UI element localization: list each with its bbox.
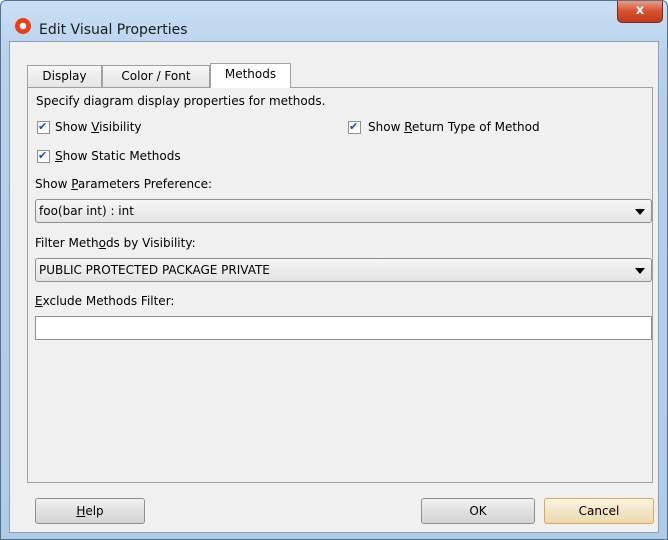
filter-visibility-label: Filter Methods by Visibility: — [35, 236, 196, 250]
dropdown-arrow-icon — [635, 209, 645, 215]
exclude-filter-label: Exclude Methods Filter: — [35, 294, 175, 308]
show-visibility-checkbox[interactable] — [37, 120, 50, 134]
help-button[interactable]: Help — [35, 498, 145, 524]
exclude-filter-input[interactable] — [35, 316, 652, 340]
close-button[interactable]: x — [617, 1, 663, 23]
show-static-methods-checkbox[interactable] — [37, 149, 50, 163]
show-return-type-label[interactable]: Show Return Type of Method — [368, 120, 540, 134]
tab-display[interactable]: Display — [27, 65, 102, 87]
params-preference-select[interactable]: foo(bar int) : int — [35, 199, 652, 223]
tab-label: Display — [42, 69, 87, 83]
filter-visibility-value: PUBLIC PROTECTED PACKAGE PRIVATE — [39, 263, 270, 277]
tab-color-font[interactable]: Color / Font — [102, 65, 210, 87]
dropdown-arrow-icon — [635, 268, 645, 274]
tab-label: Methods — [224, 67, 277, 81]
tab-methods[interactable]: Methods — [210, 63, 291, 88]
oracle-logo-icon — [15, 18, 31, 34]
close-icon: x — [635, 3, 645, 18]
cancel-button[interactable]: Cancel — [544, 498, 654, 524]
filter-visibility-select[interactable]: PUBLIC PROTECTED PACKAGE PRIVATE — [35, 258, 652, 282]
ok-button[interactable]: OK — [421, 498, 535, 524]
title-bar[interactable]: Edit Visual Properties x — [1, 1, 667, 41]
methods-panel — [27, 87, 653, 483]
tab-label: Color / Font — [121, 69, 191, 83]
window-title: Edit Visual Properties — [39, 22, 188, 38]
show-static-methods-label[interactable]: Show Static Methods — [55, 149, 181, 163]
show-return-type-checkbox[interactable] — [348, 120, 361, 134]
show-visibility-label[interactable]: Show Visibility — [55, 120, 142, 134]
params-preference-label: Show Parameters Preference: — [35, 177, 213, 191]
params-preference-value: foo(bar int) : int — [39, 204, 134, 218]
panel-description: Specify diagram display properties for m… — [36, 94, 326, 108]
